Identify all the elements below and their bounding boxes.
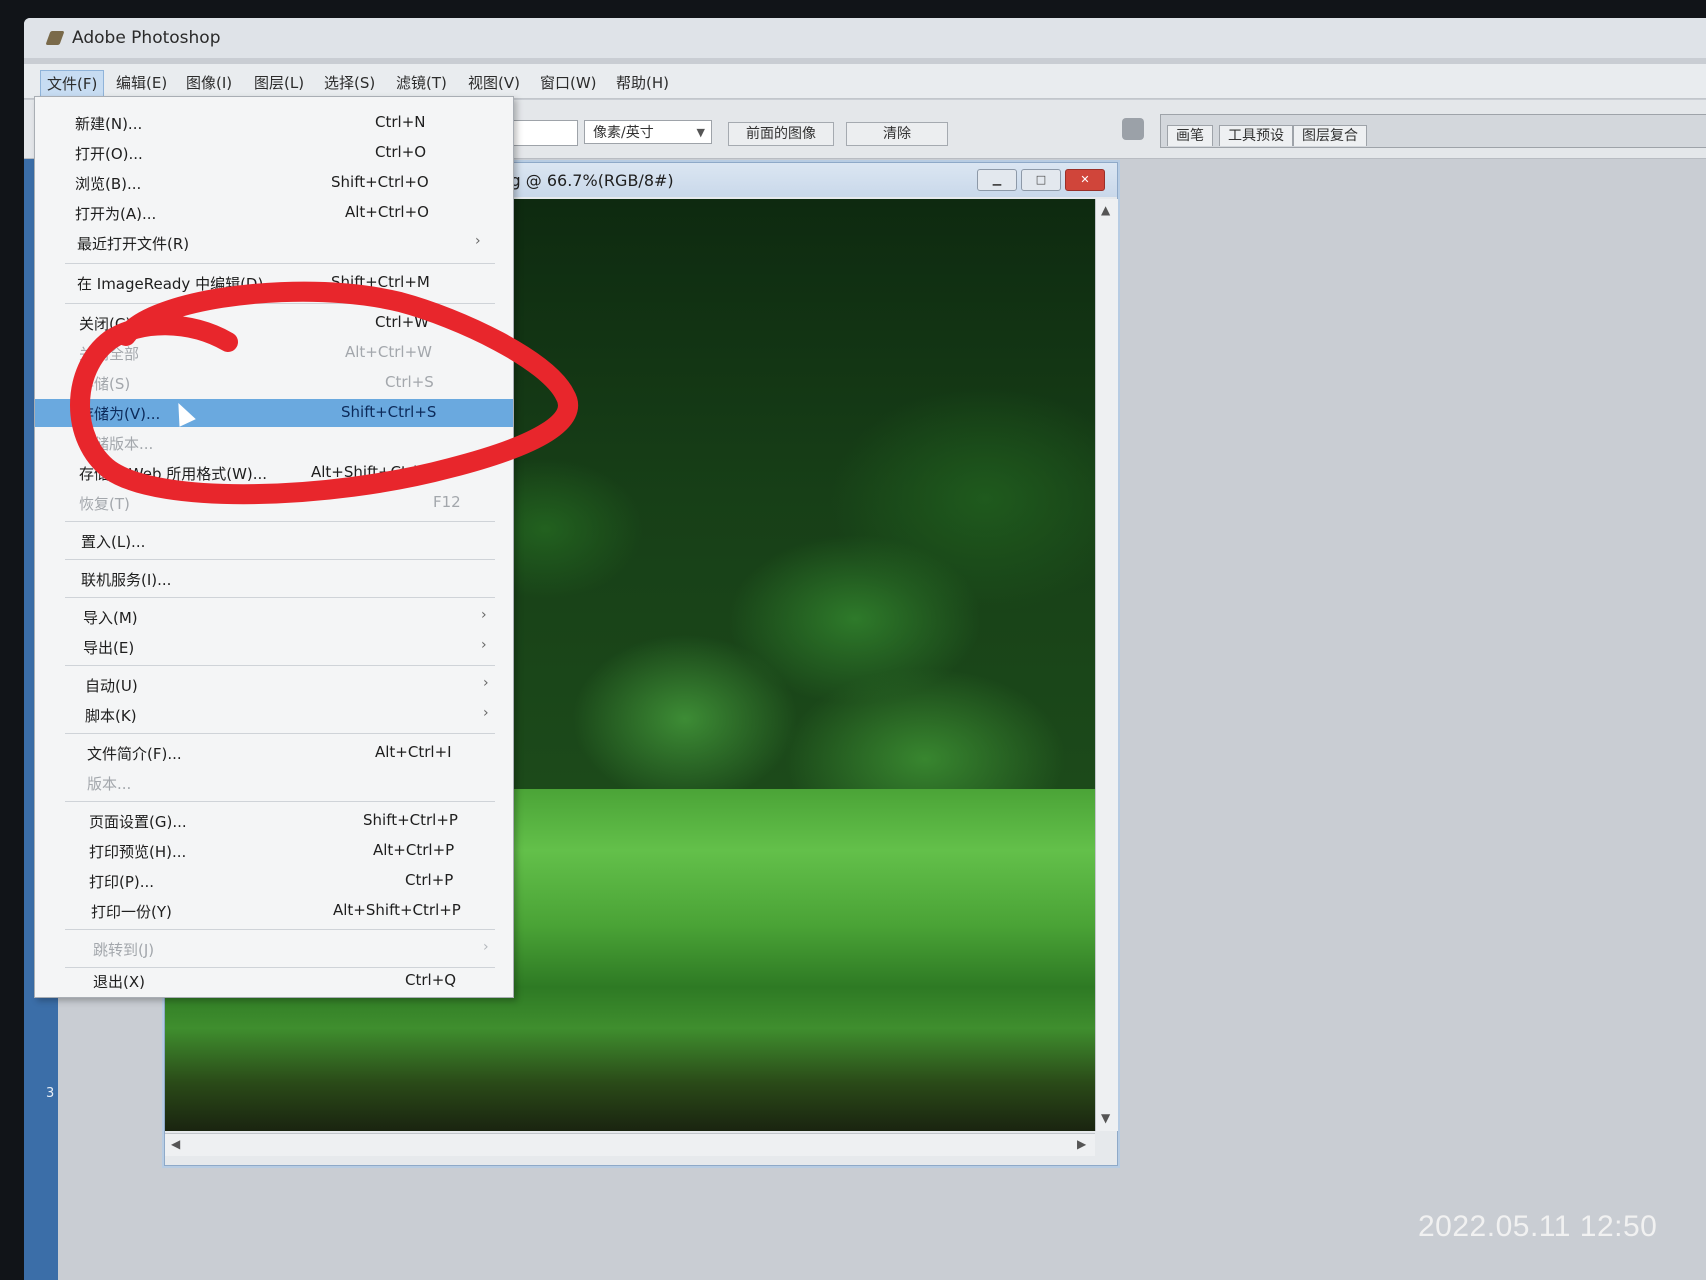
chevron-right-icon: ›	[483, 705, 489, 721]
menu-item-page-setup[interactable]: 页面设置(G)... Shift+Ctrl+P	[35, 807, 513, 835]
unit-select[interactable]: 像素/英寸 ▼	[584, 120, 712, 144]
menu-view[interactable]: 视图(V)	[462, 70, 526, 95]
menu-item-close[interactable]: 关闭(C) Ctrl+W	[35, 309, 513, 337]
menu-item-new[interactable]: 新建(N)... Ctrl+N	[35, 109, 513, 137]
menu-separator	[65, 521, 495, 522]
menu-item-file-info[interactable]: 文件简介(F)... Alt+Ctrl+I	[35, 739, 513, 767]
menu-item-edit-in-imageready[interactable]: 在 ImageReady 中编辑(D) Shift+Ctrl+M	[35, 269, 513, 297]
menu-item-save: 存储(S) Ctrl+S	[79, 373, 434, 393]
file-menu-dropdown: 新建(N)... Ctrl+N 打开(O)... Ctrl+O 浏览(B)...…	[34, 96, 514, 998]
menu-item-export[interactable]: 导出(E) ›	[35, 633, 513, 661]
menu-separator	[65, 665, 495, 666]
menu-separator	[65, 733, 495, 734]
minimize-button[interactable]: ▁	[977, 169, 1017, 191]
menu-item-versions: 版本...	[87, 775, 132, 793]
menu-item-save-version: 存储版本...	[79, 435, 154, 453]
scroll-right-icon[interactable]: ▶	[1077, 1137, 1086, 1151]
menu-item-jump-to: 跳转到(J) ›	[93, 939, 489, 959]
menu-item-print[interactable]: 打印(P)... Ctrl+P	[35, 867, 513, 895]
chevron-right-icon: ›	[481, 637, 487, 653]
menu-layer[interactable]: 图层(L)	[248, 70, 310, 95]
tab-tool-presets[interactable]: 工具预设	[1219, 125, 1293, 146]
stamp-icon[interactable]	[1122, 118, 1144, 140]
menu-item-import[interactable]: 导入(M) ›	[35, 603, 513, 631]
chevron-down-icon: ▼	[696, 126, 705, 139]
scroll-down-icon[interactable]: ▼	[1101, 1111, 1110, 1125]
menu-filter[interactable]: 滤镜(T)	[390, 70, 453, 95]
chevron-right-icon: ›	[483, 675, 489, 691]
palette-well: 画笔 工具预设 图层复合	[1160, 114, 1706, 148]
vertical-scrollbar[interactable]: ▲ ▼	[1095, 199, 1118, 1131]
photoshop-feather-icon	[45, 31, 65, 45]
tab-layer-comps[interactable]: 图层复合	[1293, 125, 1367, 146]
maximize-button[interactable]: □	[1021, 169, 1061, 191]
menu-item-open[interactable]: 打开(O)... Ctrl+O	[35, 139, 513, 167]
chevron-right-icon: ›	[475, 233, 481, 249]
menu-item-save-for-web[interactable]: 存储为 Web 所用格式(W)... Alt+Shift+Ctrl+S	[35, 459, 513, 487]
photo-timestamp: 2022.05.11 12:50	[1418, 1210, 1658, 1243]
scroll-up-icon[interactable]: ▲	[1101, 203, 1110, 217]
menu-item-revert: 恢复(T) F12	[79, 493, 461, 513]
menu-separator	[65, 303, 495, 304]
unit-select-value: 像素/英寸	[593, 125, 654, 141]
menu-edit[interactable]: 编辑(E)	[110, 70, 173, 95]
clear-button[interactable]: 清除	[846, 122, 948, 146]
menu-item-exit[interactable]: 退出(X) Ctrl+Q	[35, 967, 513, 995]
close-button[interactable]: ✕	[1065, 169, 1105, 191]
front-image-button[interactable]: 前面的图像	[728, 122, 834, 146]
menu-item-scripts[interactable]: 脚本(K) ›	[35, 701, 513, 729]
menu-separator	[65, 597, 495, 598]
menu-separator	[65, 929, 495, 930]
menu-bar: 文件(F) 编辑(E) 图像(I) 图层(L) 选择(S) 滤镜(T) 视图(V…	[24, 64, 1706, 99]
chevron-right-icon: ›	[481, 607, 487, 623]
menu-help[interactable]: 帮助(H)	[610, 70, 675, 95]
menu-item-recent-files[interactable]: 最近打开文件(R) ›	[35, 229, 513, 257]
menu-window[interactable]: 窗口(W)	[534, 70, 603, 95]
menu-image[interactable]: 图像(I)	[180, 70, 238, 95]
app-title-bar: Adobe Photoshop	[24, 18, 1706, 58]
menu-separator	[65, 263, 495, 264]
menu-select[interactable]: 选择(S)	[318, 70, 381, 95]
menu-separator	[65, 801, 495, 802]
menu-item-open-as[interactable]: 打开为(A)... Alt+Ctrl+O	[35, 199, 513, 227]
chevron-right-icon: ›	[483, 939, 489, 955]
monitor-screen: 3 3 Adobe Photoshop 文件(F) 编辑(E) 图像(I) 图层…	[24, 18, 1706, 1280]
menu-item-online-services[interactable]: 联机服务(I)...	[35, 565, 513, 593]
menu-item-close-all: 关闭全部 Alt+Ctrl+W	[79, 343, 432, 363]
menu-item-print-one-copy[interactable]: 打印一份(Y) Alt+Shift+Ctrl+P	[35, 897, 513, 925]
scroll-left-icon[interactable]: ◀	[171, 1137, 180, 1151]
menu-item-automate[interactable]: 自动(U) ›	[35, 671, 513, 699]
menu-item-save-as[interactable]: 存储为(V)... Shift+Ctrl+S	[35, 399, 513, 427]
menu-item-print-preview[interactable]: 打印预览(H)... Alt+Ctrl+P	[35, 837, 513, 865]
app-title: Adobe Photoshop	[72, 28, 221, 48]
menu-item-place[interactable]: 置入(L)...	[35, 527, 513, 555]
menu-separator	[65, 559, 495, 560]
menu-file[interactable]: 文件(F)	[40, 70, 105, 97]
menu-item-browse[interactable]: 浏览(B)... Shift+Ctrl+O	[35, 169, 513, 197]
horizontal-scrollbar[interactable]: ◀ ▶	[165, 1133, 1095, 1156]
tab-brushes[interactable]: 画笔	[1167, 125, 1213, 146]
